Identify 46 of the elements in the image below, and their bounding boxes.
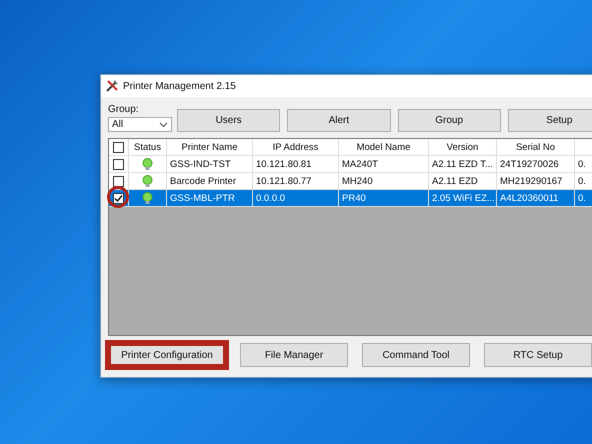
light-bulb-icon (142, 174, 153, 188)
column-header[interactable]: Status (129, 139, 167, 155)
table-cell: A2.11 EZD T... (429, 156, 497, 172)
action-button[interactable]: File Manager (240, 343, 348, 367)
light-bulb-icon (142, 192, 153, 204)
table-cell: 10.121.80.81 (253, 156, 339, 172)
table-cell: GSS-MBL-PTR (167, 190, 253, 206)
group-dropdown[interactable]: All (108, 117, 172, 132)
column-header[interactable]: Version (429, 139, 497, 155)
toolbar-button[interactable]: Group (398, 109, 501, 132)
table-cell: 24T19270026 (497, 156, 575, 172)
table-cell: MA240T (339, 156, 429, 172)
table-cell: MH240 (339, 173, 429, 189)
table-cell: 0. (575, 190, 592, 206)
column-header[interactable]: IP Address (253, 139, 339, 155)
toolbar-button[interactable]: Alert (287, 109, 390, 132)
table-cell: A4L20360011 (497, 190, 575, 206)
table-cell: MH219290167 (497, 173, 575, 189)
table-cell: 0. (575, 173, 592, 189)
table-cell: 0. (575, 156, 592, 172)
table-row[interactable]: Barcode Printer 10.121.80.77 MH240 A2.11 EZD MH219290167 0. (109, 173, 592, 190)
table-cell: 2.05 WiFi EZ... (429, 190, 497, 206)
table-cell: A2.11 EZD (429, 173, 497, 189)
table-cell: Barcode Printer (167, 173, 253, 189)
caret-icon (159, 122, 168, 128)
group-label: Group: (108, 104, 140, 115)
checkbox[interactable] (113, 192, 124, 204)
action-button[interactable]: Command Tool (362, 343, 470, 367)
column-header[interactable]: Printer Name (167, 139, 253, 155)
table-cell: GSS-IND-TST (167, 156, 253, 172)
column-header[interactable]: Model Name (339, 139, 429, 155)
table-cell: 0.0.0.0 (253, 190, 339, 206)
table-row[interactable]: GSS-IND-TST 10.121.80.81 MA240T A2.11 EZD T... 24T19270026 0. (109, 156, 592, 173)
tools-icon (105, 79, 119, 93)
checkbox[interactable] (113, 176, 124, 186)
table-cell: 10.121.80.77 (253, 173, 339, 189)
checkbox[interactable] (113, 158, 124, 170)
toolbar-button[interactable]: Users (177, 109, 280, 132)
light-bulb-icon (142, 158, 153, 170)
table-cell: PR40 (339, 190, 429, 206)
checkbox[interactable] (113, 142, 124, 152)
window-title: Printer Management 2.15 (123, 80, 236, 92)
action-button[interactable]: RTC Setup (484, 343, 592, 367)
column-header[interactable]: Serial No (497, 139, 575, 155)
toolbar-button[interactable]: Setup (508, 109, 592, 132)
action-button[interactable]: Printer Configuration (108, 343, 226, 367)
